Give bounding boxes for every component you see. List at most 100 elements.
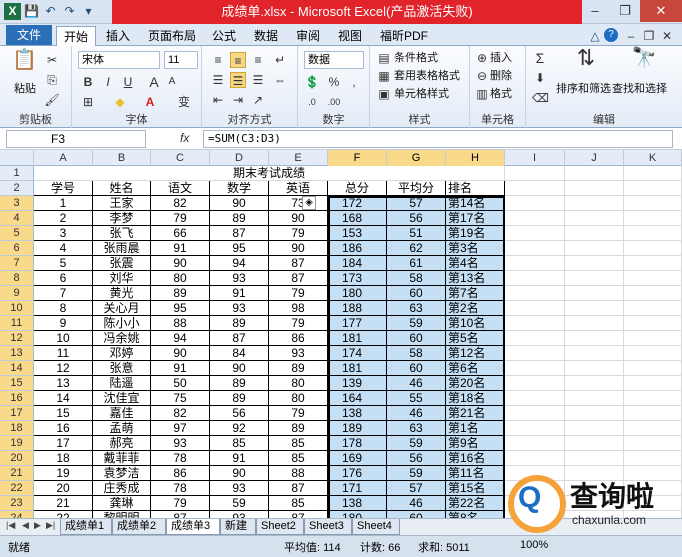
data-cell[interactable]: 85 [269, 436, 328, 451]
data-cell[interactable]: 7 [34, 286, 93, 301]
empty-cell[interactable] [565, 361, 624, 376]
data-cell[interactable]: 46 [387, 496, 446, 511]
sheet-tab[interactable]: 成绩单3 [166, 519, 220, 535]
data-cell[interactable]: 79 [151, 496, 210, 511]
sheet-tab[interactable]: 新建 [220, 519, 256, 535]
data-cell[interactable]: 93 [210, 511, 269, 518]
row-header[interactable]: 24 [0, 511, 34, 518]
data-cell[interactable]: 46 [387, 376, 446, 391]
data-cell[interactable]: 第7名 [446, 286, 505, 301]
data-cell[interactable]: 第16名 [446, 451, 505, 466]
empty-cell[interactable] [624, 286, 682, 301]
data-cell[interactable]: 龚琳 [93, 496, 151, 511]
name-box[interactable]: F3 [6, 130, 146, 148]
sort-filter-icon[interactable]: ⇅ [572, 47, 600, 78]
data-cell[interactable]: 58 [387, 346, 446, 361]
comma-button[interactable]: , [346, 74, 362, 90]
data-cell[interactable]: 138 [328, 406, 387, 421]
minimize-button[interactable]: – [580, 0, 610, 22]
data-cell[interactable]: 85 [210, 436, 269, 451]
data-cell[interactable]: 80 [269, 391, 328, 406]
data-cell[interactable]: 75 [151, 391, 210, 406]
data-cell[interactable]: 189 [328, 421, 387, 436]
quick-analysis-icon[interactable]: ◈ [302, 196, 316, 210]
row-header[interactable]: 23 [0, 496, 34, 511]
data-cell[interactable]: 第2名 [446, 301, 505, 316]
data-cell[interactable]: 88 [269, 466, 328, 481]
paste-icon[interactable]: 📋 [12, 50, 37, 78]
data-cell[interactable]: 张意 [93, 361, 151, 376]
tab-view[interactable]: 视图 [332, 26, 368, 46]
data-cell[interactable]: 173 [328, 271, 387, 286]
data-cell[interactable]: 90 [269, 211, 328, 226]
data-cell[interactable]: 黄光 [93, 286, 151, 301]
data-cell[interactable]: 78 [151, 481, 210, 496]
maximize-button[interactable]: ❐ [610, 0, 640, 22]
data-cell[interactable]: 62 [387, 241, 446, 256]
decrease-decimal-icon[interactable]: .00 [326, 94, 342, 110]
data-cell[interactable]: 90 [269, 241, 328, 256]
data-cell[interactable]: 90 [210, 196, 269, 211]
data-cell[interactable]: 沈佳宜 [93, 391, 151, 406]
data-cell[interactable]: 关心月 [93, 301, 151, 316]
data-cell[interactable]: 6 [34, 271, 93, 286]
help-icon[interactable]: ? [604, 28, 618, 42]
data-cell[interactable]: 56 [210, 406, 269, 421]
align-right-icon[interactable]: ☰ [250, 72, 266, 88]
tab-page-layout[interactable]: 页面布局 [142, 26, 202, 46]
font-color-button[interactable]: A [142, 94, 158, 110]
data-cell[interactable]: 181 [328, 331, 387, 346]
sheet-tab[interactable]: 成绩单1 [60, 519, 112, 535]
clear-icon[interactable]: ⌫ [532, 90, 549, 106]
row-header[interactable]: 9 [0, 286, 34, 301]
tab-insert[interactable]: 插入 [100, 26, 136, 46]
empty-cell[interactable] [565, 271, 624, 286]
find-select-icon[interactable]: 🔭 [630, 48, 658, 78]
data-cell[interactable]: 92 [210, 421, 269, 436]
data-cell[interactable]: 9 [34, 316, 93, 331]
empty-cell[interactable] [505, 406, 565, 421]
empty-cell[interactable] [505, 241, 565, 256]
data-cell[interactable]: 174 [328, 346, 387, 361]
data-cell[interactable]: 第21名 [446, 406, 505, 421]
row-header[interactable]: 8 [0, 271, 34, 286]
data-cell[interactable]: 87 [269, 511, 328, 518]
data-cell[interactable]: 63 [387, 301, 446, 316]
sort-filter-button[interactable]: 排序和筛选 [556, 82, 611, 96]
italic-button[interactable]: I [100, 74, 116, 90]
empty-cell[interactable] [624, 331, 682, 346]
row-header[interactable]: 22 [0, 481, 34, 496]
data-cell[interactable]: 2 [34, 211, 93, 226]
data-cell[interactable]: 10 [34, 331, 93, 346]
data-cell[interactable]: 98 [269, 301, 328, 316]
align-bottom-icon[interactable]: ≡ [250, 52, 266, 68]
orientation-icon[interactable]: ↗ [250, 92, 266, 108]
formula-input[interactable]: =SUM(C3:D3) [203, 130, 673, 148]
data-cell[interactable]: 陈小小 [93, 316, 151, 331]
data-cell[interactable]: 第14名 [446, 196, 505, 211]
data-cell[interactable]: 60 [387, 286, 446, 301]
data-cell[interactable]: 57 [387, 481, 446, 496]
row-header[interactable]: 20 [0, 451, 34, 466]
empty-cell[interactable] [624, 196, 682, 211]
data-cell[interactable]: 84 [210, 346, 269, 361]
empty-cell[interactable] [624, 421, 682, 436]
data-cell[interactable]: 17 [34, 436, 93, 451]
cell-style-button[interactable]: 单元格样式 [394, 87, 449, 101]
decrease-indent-icon[interactable]: ⇤ [210, 92, 226, 108]
data-cell[interactable]: 93 [210, 301, 269, 316]
row-header[interactable]: 12 [0, 331, 34, 346]
column-header[interactable]: J [565, 150, 624, 166]
data-cell[interactable]: 90 [151, 256, 210, 271]
empty-cell[interactable] [624, 406, 682, 421]
header-cell[interactable]: 语文 [151, 181, 210, 196]
data-cell[interactable]: 20 [34, 481, 93, 496]
data-cell[interactable]: 60 [387, 361, 446, 376]
data-cell[interactable]: 171 [328, 481, 387, 496]
data-cell[interactable]: 79 [151, 211, 210, 226]
data-cell[interactable]: 8 [34, 301, 93, 316]
data-cell[interactable]: 55 [387, 391, 446, 406]
data-cell[interactable]: 刘华 [93, 271, 151, 286]
data-cell[interactable]: 90 [210, 466, 269, 481]
empty-cell[interactable] [505, 331, 565, 346]
